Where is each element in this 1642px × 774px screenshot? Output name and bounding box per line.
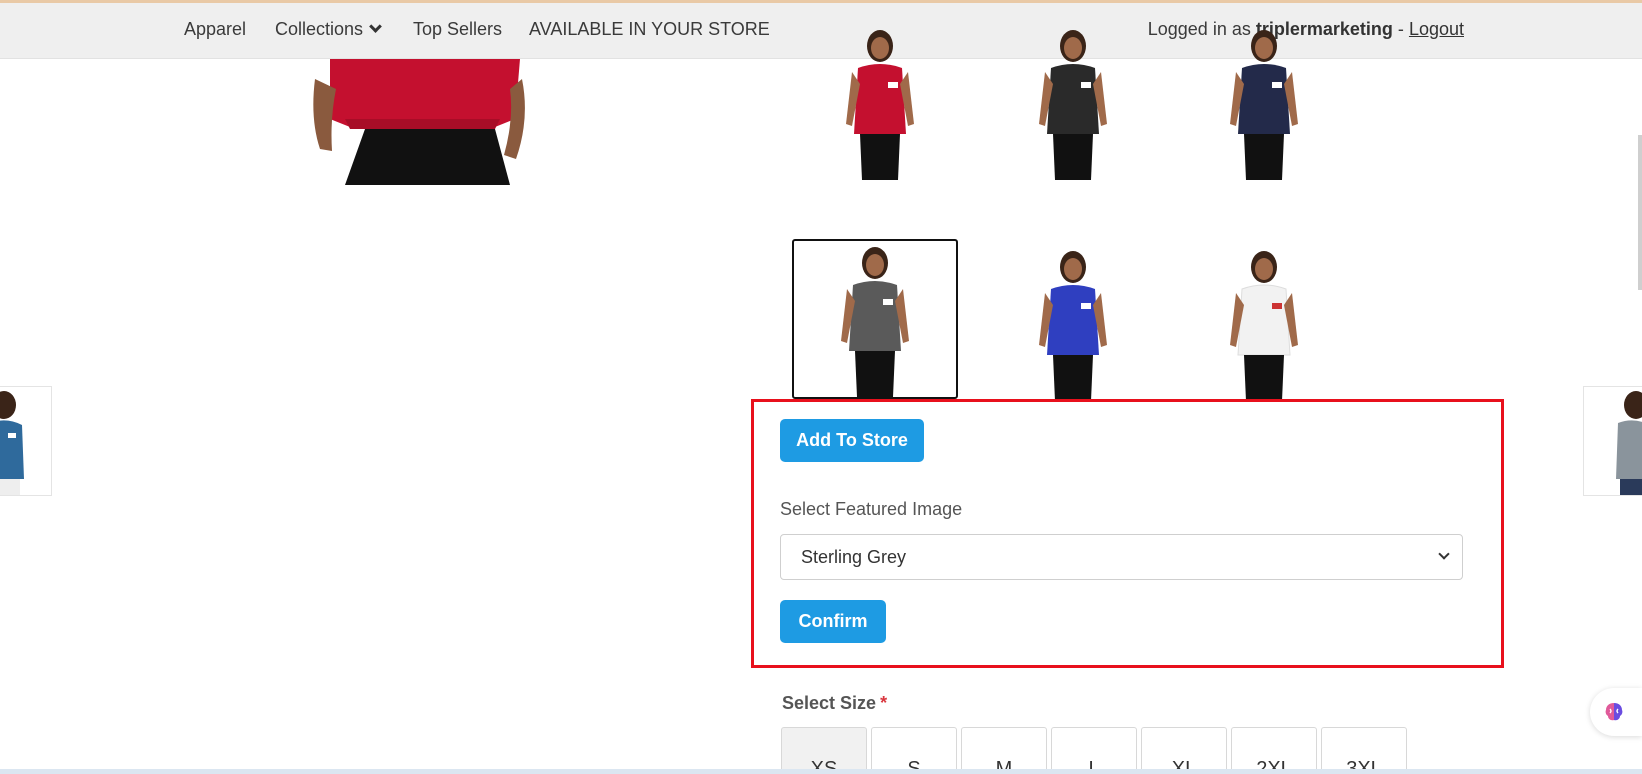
page-scrollbar[interactable] (1638, 135, 1642, 290)
size-option-m[interactable]: M (961, 727, 1047, 774)
size-option-xs[interactable]: XS (781, 727, 867, 774)
login-separator: - (1397, 19, 1404, 39)
thumbnail-black[interactable] (990, 20, 1156, 180)
thumbnail-sterling-grey[interactable] (792, 239, 958, 399)
select-size-text: Select Size (782, 693, 877, 713)
nav-available-in-store[interactable]: AVAILABLE IN YOUR STORE (529, 19, 770, 40)
size-option-3xl[interactable]: 3XL (1321, 727, 1407, 774)
carousel-next-image (1616, 391, 1642, 495)
carousel-next-product[interactable] (1583, 386, 1642, 496)
size-option-2xl[interactable]: 2XL (1231, 727, 1317, 774)
nav-apparel[interactable]: Apparel (184, 19, 246, 40)
featured-image-value: Sterling Grey (801, 546, 907, 567)
thumbnail-sterling-grey-image (841, 247, 909, 397)
main-product-image (310, 59, 530, 185)
nav-top-sellers[interactable]: Top Sellers (413, 19, 502, 40)
thumbnail-navy[interactable] (1181, 20, 1347, 180)
size-option-xl[interactable]: XL (1141, 727, 1227, 774)
brain-icon (1605, 703, 1623, 721)
logout-link[interactable]: Logout (1409, 19, 1464, 39)
thumbnail-royal-blue[interactable] (990, 241, 1156, 401)
thumbnail-white-image (1230, 251, 1298, 401)
nav-collections[interactable]: Collections (275, 19, 382, 40)
product-page: Apparel Collections Top Sellers AVAILABL… (0, 0, 1642, 774)
required-mark: * (880, 693, 888, 713)
thumbnail-royal-blue-image (1039, 251, 1107, 401)
thumbnail-navy-image (1230, 30, 1298, 180)
add-to-store-button[interactable]: Add To Store (780, 419, 924, 462)
thumbnail-black-image (1039, 30, 1107, 180)
chevron-down-icon (1438, 548, 1450, 560)
size-option-l[interactable]: L (1051, 727, 1137, 774)
carousel-prev-image (0, 391, 24, 495)
thumbnail-red-image (846, 30, 914, 180)
ai-assistant-button[interactable] (1590, 688, 1642, 736)
featured-image-select[interactable]: Sterling Grey (780, 534, 1463, 580)
thumbnail-white[interactable] (1181, 241, 1347, 401)
size-option-s[interactable]: S (871, 727, 957, 774)
confirm-button[interactable]: Confirm (780, 600, 886, 643)
chevron-down-icon (369, 20, 382, 33)
carousel-prev-product[interactable] (0, 386, 52, 496)
select-size-label: Select Size * (782, 693, 887, 714)
nav-collections-label: Collections (275, 19, 364, 39)
featured-image-label: Select Featured Image (780, 499, 963, 519)
bottom-edge (0, 769, 1642, 774)
thumbnail-red[interactable] (797, 20, 963, 180)
